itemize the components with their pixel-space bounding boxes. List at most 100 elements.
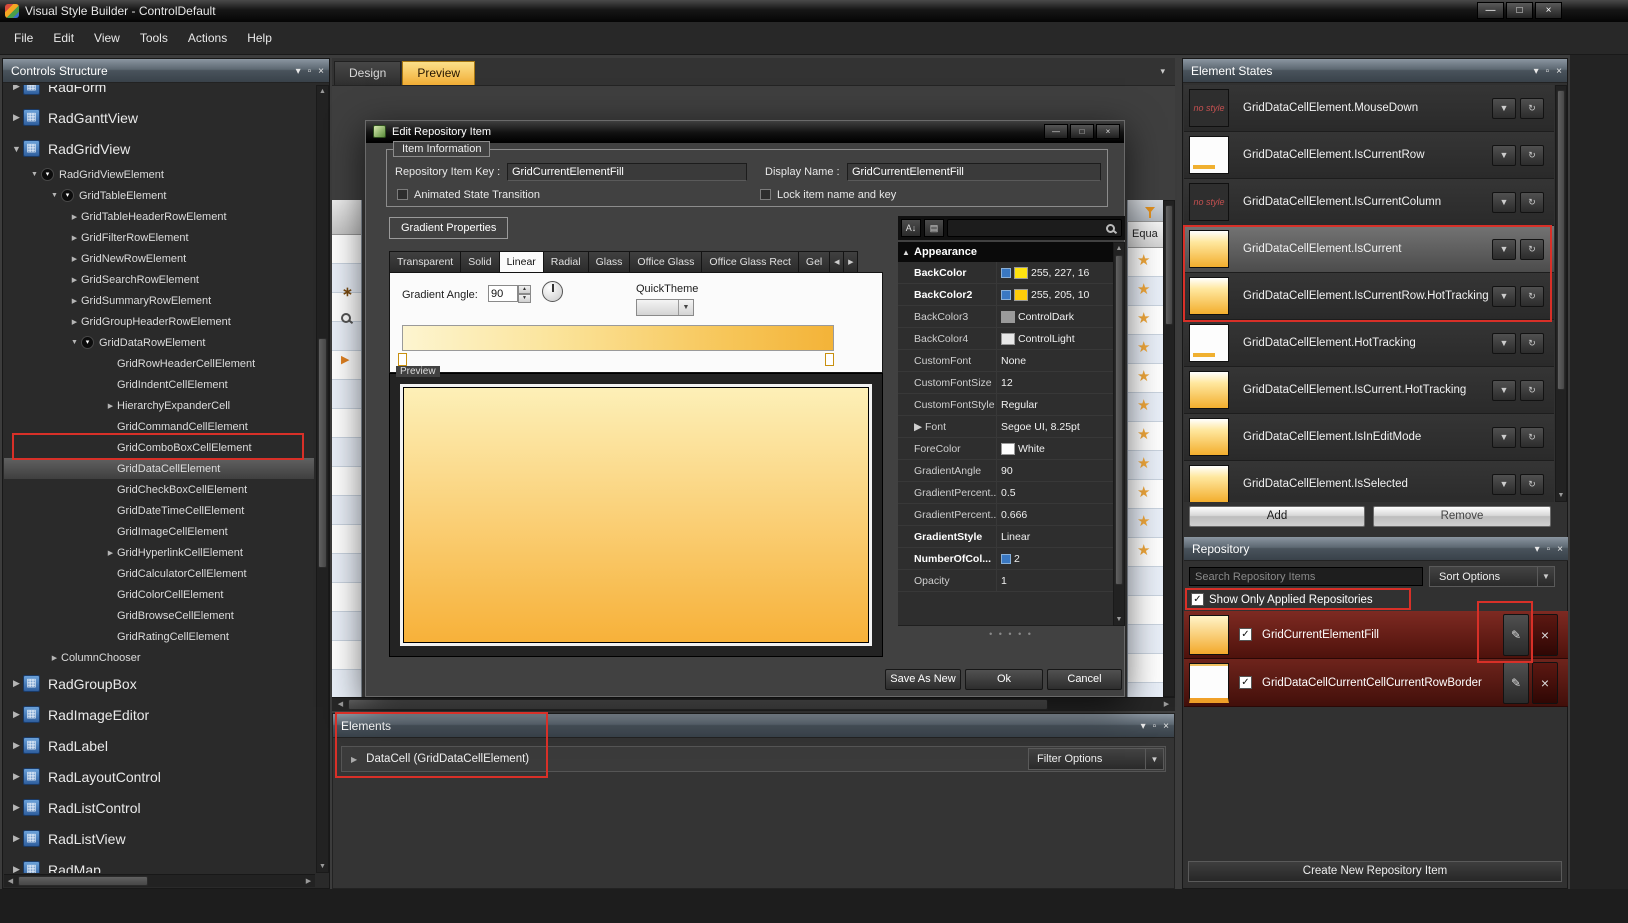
expand-arrow-icon[interactable]: ▶ — [68, 276, 81, 284]
close-icon[interactable]: × — [1535, 2, 1562, 19]
tree-vertical-scrollbar[interactable]: ▲ ▼ — [316, 85, 329, 873]
expand-arrow-icon[interactable]: ▶ — [68, 318, 81, 326]
property-row-ForeColor[interactable]: ForeColor White — [898, 438, 1113, 460]
property-row-GradientPercent[interactable]: GradientPercent... 0.5 — [898, 482, 1113, 504]
tree-item-RadMap[interactable]: ▶ ▦ RadMap — [4, 854, 314, 873]
tree-item-GridFilterRowElement[interactable]: ▶ GridFilterRowElement — [4, 227, 314, 248]
tree-item-RadListControl[interactable]: ▶ ▦ RadListControl — [4, 792, 314, 823]
gradient-stop-handle-left[interactable] — [398, 353, 407, 366]
tree-item-GridRowHeaderCellElement[interactable]: GridRowHeaderCellElement — [4, 353, 314, 374]
repository-search-input[interactable] — [1189, 567, 1423, 586]
expand-arrow-icon[interactable]: ▶ — [68, 255, 81, 263]
tree-item-HierarchyExpanderCell[interactable]: ▶ HierarchyExpanderCell — [4, 395, 314, 416]
state-reset-button[interactable]: ↻ — [1520, 238, 1544, 260]
tab-preview[interactable]: Preview — [402, 61, 476, 85]
property-row-Opacity[interactable]: Opacity 1 — [898, 570, 1113, 592]
remove-repository-item-button[interactable]: × — [1532, 613, 1558, 656]
tree-item-GridSearchRowElement[interactable]: ▶ GridSearchRowElement — [4, 269, 314, 290]
expand-arrow-icon[interactable]: ▶ — [10, 802, 23, 813]
state-menu-button[interactable]: ▼ — [1492, 285, 1516, 307]
state-reset-button[interactable]: ↻ — [1520, 426, 1544, 448]
expand-arrow-icon[interactable]: ▶ — [10, 740, 23, 751]
scroll-thumb[interactable] — [18, 876, 148, 886]
tree-item-GridSummaryRowElement[interactable]: ▶ GridSummaryRowElement — [4, 290, 314, 311]
chevron-down-icon[interactable]: ▾ — [1141, 721, 1146, 732]
close-icon[interactable]: × — [1557, 544, 1563, 555]
ok-button[interactable]: Ok — [965, 669, 1043, 690]
expand-arrow-icon[interactable]: ▶ — [68, 234, 81, 242]
categorized-view-icon[interactable]: ▤ — [924, 219, 944, 237]
element-state-GridDataCellElement.IsInEditMode[interactable]: GridDataCellElement.IsInEditMode ▼ ↻ — [1184, 414, 1554, 461]
property-row-CustomFontStyle[interactable]: CustomFontStyle Regular — [898, 394, 1113, 416]
tab-design[interactable]: Design — [334, 61, 402, 85]
state-menu-button[interactable]: ▼ — [1492, 379, 1516, 401]
repository-item-GridCurrentElementFill[interactable]: ✓ GridCurrentElementFill ✎ × — [1184, 611, 1568, 659]
element-state-GridDataCellElement.HotTracking[interactable]: GridDataCellElement.HotTracking ▼ ↻ — [1184, 320, 1554, 367]
gradient-stop-handle-right[interactable] — [825, 353, 834, 366]
state-menu-button[interactable]: ▼ — [1492, 332, 1516, 354]
tree-item-GridDataRowElement[interactable]: ▼ ▾ GridDataRowElement — [4, 332, 314, 353]
expand-arrow-icon[interactable]: ▶ — [351, 755, 357, 764]
property-row-BackColor3[interactable]: BackColor3 ControlDark — [898, 306, 1113, 328]
scroll-left-icon[interactable]: ◀ — [334, 698, 347, 711]
element-state-GridDataCellElement.IsSelected[interactable]: GridDataCellElement.IsSelected ▼ ↻ — [1184, 461, 1554, 502]
splitter-grip[interactable]: • • • • • — [966, 629, 1056, 639]
tab-scroll-left-icon[interactable]: ◀ — [829, 251, 845, 273]
style-tab-radial[interactable]: Radial — [542, 251, 589, 273]
tree-item-GridBrowseCellElement[interactable]: GridBrowseCellElement — [4, 605, 314, 626]
tree-item-GridCommandCellElement[interactable]: GridCommandCellElement — [4, 416, 314, 437]
state-reset-button[interactable]: ↻ — [1520, 144, 1544, 166]
menu-view[interactable]: View — [84, 27, 130, 49]
spin-down-icon[interactable]: ▼ — [518, 294, 531, 303]
repository-item-key-field[interactable] — [507, 163, 747, 181]
tree-item-GridIndentCellElement[interactable]: GridIndentCellElement — [4, 374, 314, 395]
property-search-input[interactable] — [950, 221, 1080, 235]
surface-vertical-scrollbar[interactable] — [1163, 200, 1175, 697]
state-menu-button[interactable]: ▼ — [1492, 426, 1516, 448]
style-tab-office-glass[interactable]: Office Glass — [629, 251, 703, 273]
expand-arrow-icon[interactable]: ▶ — [68, 213, 81, 221]
maximize-icon[interactable]: □ — [1070, 124, 1094, 139]
close-icon[interactable]: × — [318, 66, 324, 77]
property-row-GradientPercent[interactable]: GradientPercent... 0.666 — [898, 504, 1113, 526]
state-reset-button[interactable]: ↻ — [1520, 473, 1544, 495]
element-states-scrollbar[interactable]: ▼ — [1555, 85, 1567, 502]
animated-state-transition-checkbox[interactable] — [397, 189, 408, 200]
style-tab-linear[interactable]: Linear — [498, 251, 544, 273]
expand-arrow-icon[interactable]: ▶ — [10, 709, 23, 720]
scroll-right-icon[interactable]: ▶ — [302, 875, 315, 887]
tree-item-RadLabel[interactable]: ▶ ▦ RadLabel — [4, 730, 314, 761]
expand-arrow-icon[interactable]: ▶ — [10, 678, 23, 689]
element-state-GridDataCellElement.IsCurrent[interactable]: GridDataCellElement.IsCurrent ▼ ↻ — [1184, 226, 1554, 273]
gradient-stop-strip[interactable] — [402, 325, 834, 351]
property-row-BackColor2[interactable]: BackColor2 255, 205, 10 — [898, 284, 1113, 306]
scroll-thumb[interactable] — [318, 338, 327, 568]
tree-item-RadLayoutControl[interactable]: ▶ ▦ RadLayoutControl — [4, 761, 314, 792]
style-tab-gel[interactable]: Gel — [797, 251, 831, 273]
gradient-properties-tab[interactable]: Gradient Properties — [389, 217, 509, 239]
tree-horizontal-scrollbar[interactable]: ◀ ▶ — [4, 874, 315, 887]
repository-item-checkbox[interactable]: ✓ — [1239, 628, 1252, 641]
menu-actions[interactable]: Actions — [178, 27, 237, 49]
property-row-BackColor[interactable]: BackColor 255, 227, 16 — [898, 262, 1113, 284]
tree-item-GridComboBoxCellElement[interactable]: GridComboBoxCellElement — [4, 437, 314, 458]
chevron-down-icon[interactable]: ▾ — [296, 66, 301, 77]
tree-item-GridGroupHeaderRowElement[interactable]: ▶ GridGroupHeaderRowElement — [4, 311, 314, 332]
element-state-GridDataCellElement.IsCurrent.HotTracking[interactable]: GridDataCellElement.IsCurrent.HotTrackin… — [1184, 367, 1554, 414]
close-icon[interactable]: × — [1163, 721, 1169, 732]
edit-repository-item-button[interactable]: ✎ — [1503, 613, 1529, 656]
state-reset-button[interactable]: ↻ — [1520, 191, 1544, 213]
dialog-title-bar[interactable]: Edit Repository Item — □ × — [366, 121, 1124, 143]
property-row-BackColor4[interactable]: BackColor4 ControlLight — [898, 328, 1113, 350]
state-reset-button[interactable]: ↻ — [1520, 379, 1544, 401]
gradient-angle-input[interactable] — [488, 285, 518, 302]
property-row-NumberOfCol[interactable]: NumberOfCol... 2 — [898, 548, 1113, 570]
pin-icon[interactable]: ▫ — [308, 66, 312, 77]
state-reset-button[interactable]: ↻ — [1520, 285, 1544, 307]
minimize-icon[interactable]: — — [1044, 124, 1068, 139]
expand-arrow-icon[interactable]: ▶ — [10, 85, 23, 92]
property-row-GradientAngle[interactable]: GradientAngle 90 — [898, 460, 1113, 482]
tree-item-GridColorCellElement[interactable]: GridColorCellElement — [4, 584, 314, 605]
property-grid-scrollbar[interactable]: ▲ ▼ — [1113, 242, 1125, 626]
style-tab-office-glass-rect[interactable]: Office Glass Rect — [701, 251, 799, 273]
